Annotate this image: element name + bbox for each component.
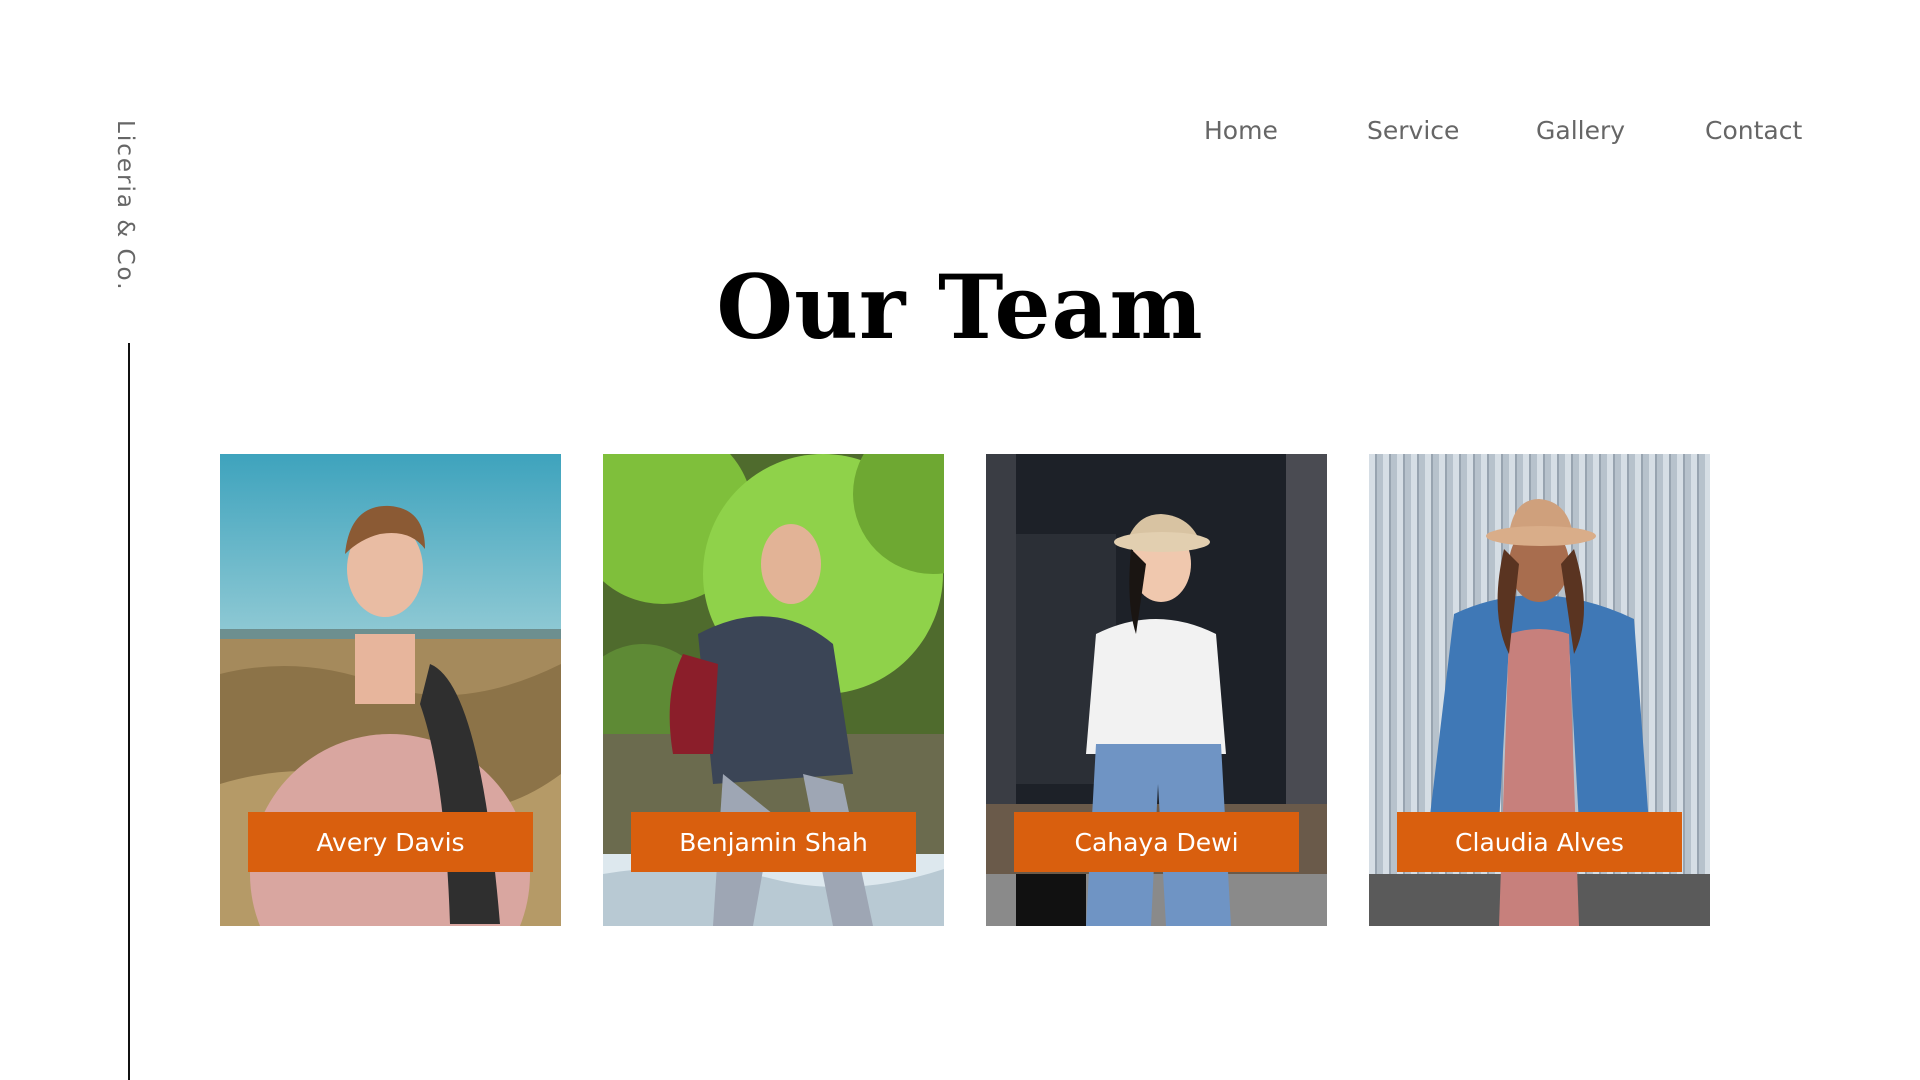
nav-contact-link[interactable]: Contact (1705, 116, 1802, 145)
team-grid: Avery Davis Benjamin Shah Cahaya Dewi Cl… (220, 454, 1710, 926)
vertical-divider (128, 343, 130, 1080)
team-card-avery-davis[interactable]: Avery Davis (220, 454, 561, 926)
nav-gallery-link[interactable]: Gallery (1536, 116, 1625, 145)
team-name-label: Benjamin Shah (631, 812, 916, 872)
team-card-cahaya-dewi[interactable]: Cahaya Dewi (986, 454, 1327, 926)
main-nav: Home Service Gallery Contact (1160, 116, 1820, 156)
nav-service-link[interactable]: Service (1367, 116, 1459, 145)
page-title: Our Team (716, 255, 1204, 359)
team-card-claudia-alves[interactable]: Claudia Alves (1369, 454, 1710, 926)
team-name-label: Cahaya Dewi (1014, 812, 1299, 872)
team-card-benjamin-shah[interactable]: Benjamin Shah (603, 454, 944, 926)
nav-home-link[interactable]: Home (1204, 116, 1278, 145)
team-name-label: Avery Davis (248, 812, 533, 872)
team-name-label: Claudia Alves (1397, 812, 1682, 872)
